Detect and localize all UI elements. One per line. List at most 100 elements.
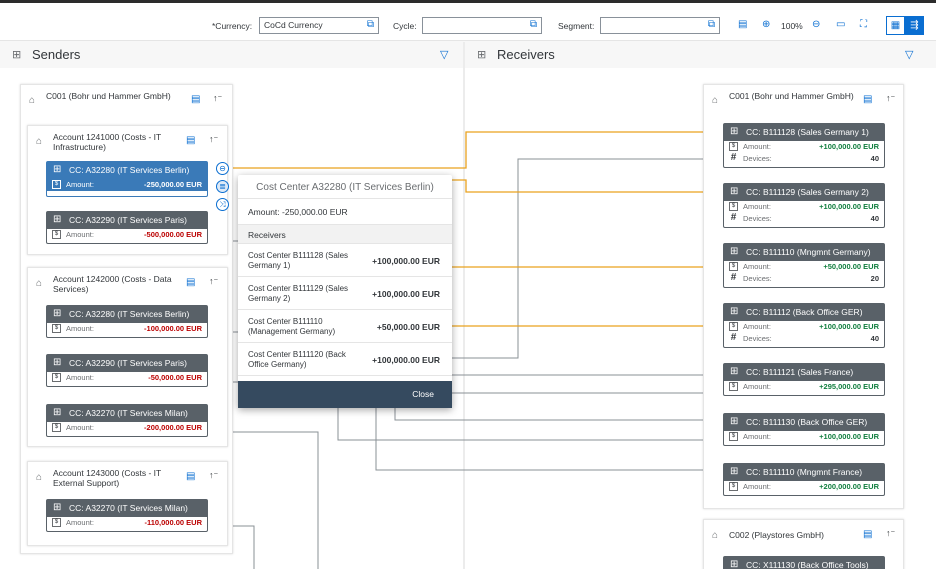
cost-center-icon: ⊞ [730,306,739,317]
popover-section-header: Receivers [238,225,452,244]
senders-header: ⊞ Senders ▽ [0,42,463,68]
sender-node[interactable]: ⊞ CC: A32290 (IT Services Paris) $ Amount:… [46,211,208,244]
receiver-node[interactable]: ⊞ CC: B111129 (Sales Germany 2) $ Amount: +… [723,183,885,228]
devices-icon: # [730,332,737,343]
amount-icon: $ [729,202,738,211]
list-icon[interactable]: ≣ [216,180,229,193]
amount-icon: $ [729,322,738,331]
details-icon[interactable]: ▤ [186,277,195,288]
value-help-icon[interactable]: ⧉ [708,19,715,30]
details-icon[interactable]: ▤ [863,94,872,105]
receiver-node[interactable]: ⊞ CC: B111128 (Sales Germany 1) $ Amount: +… [723,123,885,168]
details-icon[interactable]: ▤ [863,529,872,540]
cycle-label: Cycle: [393,21,417,31]
sender-node[interactable]: ⊞ CC: A32290 (IT Services Paris) $ Amount:… [46,354,208,387]
value-help-icon[interactable]: ⧉ [530,19,537,30]
amount-icon: $ [729,432,738,441]
cost-center-icon: ⊞ [53,308,62,319]
cost-center-icon: ⊞ [730,559,739,569]
filter-toolbar: *Currency: CoCd Currency ⧉ Cycle: ⧉ Segm… [0,3,936,41]
hierarchy-icon: ⊞ [12,49,22,61]
receiver-node[interactable]: ⊞ CC: X111130 (Back Office Tools) [723,556,885,569]
legend-icon[interactable]: ▤ [738,19,747,30]
popover-receiver-row: Cost Center B111110 (Management Germany)… [238,310,452,343]
details-icon[interactable]: ▤ [191,94,200,105]
popover-receiver-row: Cost Center B111129 (Sales Germany 2) +1… [238,277,452,310]
senders-title: Senders [32,47,81,62]
amount-icon: $ [52,373,61,382]
zoom-out-icon[interactable]: ⊖ [812,19,820,30]
cost-center-icon: ⊞ [53,357,62,368]
amount-icon: $ [52,518,61,527]
amount-icon: $ [52,423,61,432]
collapse-icon[interactable]: ↑⁻ [209,276,218,287]
zoom-in-icon[interactable]: ⊕ [762,19,770,30]
devices-icon: # [730,272,737,283]
receiver-node[interactable]: ⊞ CC: B111110 (Mngmnt France) $ Amount: +20… [723,463,885,496]
company-title: C001 (Bohr und Hammer GmbH) [729,91,854,101]
collapse-icon[interactable]: ↑⁻ [213,93,222,104]
cost-center-icon: ⊞ [730,466,739,477]
cost-center-icon: ⊞ [730,126,739,137]
shuffle-icon[interactable]: ⤨ [216,198,229,211]
cost-center-icon: ⊞ [53,164,62,175]
cost-center-icon: ⊞ [730,366,739,377]
close-button[interactable]: Close [412,389,434,399]
sender-node[interactable]: ⊞ CC: A32280 (IT Services Berlin) $ Amount… [46,305,208,338]
cost-center-icon: ⊞ [730,416,739,427]
collapse-icon[interactable]: ↑⁻ [209,470,218,481]
cycle-input[interactable]: ⧉ [422,17,542,34]
cost-center-icon: ⊞ [53,502,62,513]
collapse-icon[interactable]: ↑⁻ [886,528,895,539]
account-title: Account 1243000 (Costs - IT External Sup… [53,468,162,488]
amount-icon: $ [52,230,61,239]
account-title: Account 1241000 (Costs - IT Infrastructu… [53,132,162,152]
devices-icon: # [730,152,737,163]
company-title: C001 (Bohr und Hammer GmbH) [46,91,171,101]
filter-icon[interactable]: ▽ [905,48,913,61]
popover-title: Cost Center A32280 (IT Services Berlin) [238,175,452,199]
currency-input[interactable]: CoCd Currency ⧉ [259,17,379,34]
account-title: Account 1242000 (Costs - Data Services) [53,274,172,294]
amount-icon: $ [729,262,738,271]
collapse-icon[interactable]: ↑⁻ [209,134,218,145]
panel-divider [463,42,465,569]
receiver-node[interactable]: ⊞ CC: B11112 (Back Office GER) $ Amount: +1… [723,303,885,348]
receivers-title: Receivers [497,47,555,62]
value-help-icon[interactable]: ⧉ [367,19,374,30]
devices-icon: # [730,212,737,223]
receiver-node[interactable]: ⊞ CC: B111121 (Sales France) $ Amount: +295… [723,363,885,396]
segment-input[interactable]: ⧉ [600,17,720,34]
zoom-level: 100% [781,21,803,31]
details-icon[interactable]: ▤ [186,135,195,146]
fullscreen-icon[interactable]: ⛶ [860,19,867,30]
popover-footer: Close [238,381,452,408]
cost-center-icon: ⊞ [730,186,739,197]
popover-amount: Amount: -250,000.00 EUR [238,199,452,225]
company-title: C002 (Playstores GmbH) [729,530,824,540]
amount-icon: $ [52,180,61,189]
network-view-button[interactable]: ⇶ [905,16,924,35]
collapse-icon[interactable]: ↑⁻ [886,93,895,104]
collapse-node-icon[interactable]: ⊖ [216,162,229,175]
present-icon[interactable]: ▭ [836,19,845,30]
amount-icon: $ [729,382,738,391]
receiver-node[interactable]: ⊞ CC: B111110 (Mngmnt Germany) $ Amount: +5… [723,243,885,288]
receiver-node[interactable]: ⊞ CC: B111130 (Back Office GER) $ Amount: +… [723,413,885,446]
sender-node[interactable]: ⊞ CC: A32280 (IT Services Berlin) $ Amount… [46,161,208,197]
table-view-button[interactable]: ▦ [886,16,905,35]
account-icon: ⌂ [36,136,43,147]
segment-label: Segment: [558,21,595,31]
company-icon: ⌂ [712,95,719,106]
company-icon: ⌂ [29,95,36,106]
popover-receiver-row: Cost Center B111128 (Sales Germany 1) +1… [238,244,452,277]
filter-icon[interactable]: ▽ [440,48,448,61]
amount-icon: $ [729,482,738,491]
cost-center-icon: ⊞ [53,407,62,418]
hierarchy-icon: ⊞ [477,49,487,61]
sender-node[interactable]: ⊞ CC: A32270 (IT Services Milan) $ Amount:… [46,499,208,532]
sender-node[interactable]: ⊞ CC: A32270 (IT Services Milan) $ Amount:… [46,404,208,437]
receivers-header: ⊞ Receivers ▽ [465,42,936,68]
account-icon: ⌂ [36,472,43,483]
details-icon[interactable]: ▤ [186,471,195,482]
